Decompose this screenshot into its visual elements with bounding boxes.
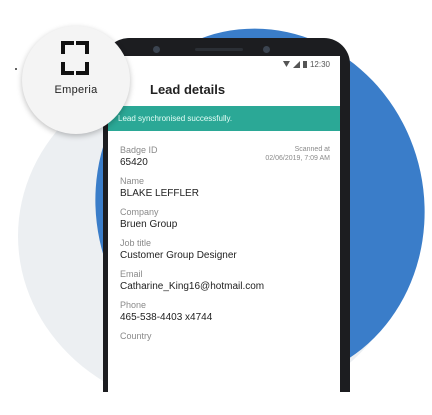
badge-row: Badge ID 65420 Scanned at 02/06/2019, 7:… (120, 137, 330, 168)
field-label: Job title (120, 238, 152, 248)
sensor-icon (263, 46, 270, 53)
field-job-title: Job title Customer Group Designer (120, 238, 330, 261)
wifi-icon (282, 61, 290, 67)
field-value: Bruen Group (120, 219, 178, 230)
phone-screen: 12:30 Lead details Lead synchronised suc… (108, 56, 340, 415)
signal-icon (292, 60, 300, 68)
status-time: 12:30 (309, 59, 330, 69)
scanned-label: Scanned at (294, 146, 330, 153)
field-label: Country (120, 331, 152, 341)
bottom-crop (0, 392, 432, 415)
decorative-dot (15, 68, 17, 70)
field-label: Email (120, 269, 143, 279)
app-bar: Lead details (108, 72, 340, 106)
field-country: Country (120, 331, 330, 341)
page-title: Lead details (150, 81, 226, 97)
field-value: BLAKE LEFFLER (120, 188, 199, 199)
brand-name: Emperia (54, 84, 98, 96)
emperia-logo-icon (61, 41, 89, 75)
badge-value: 65420 (120, 157, 148, 168)
battery-icon (302, 60, 307, 68)
sync-banner: Lead synchronised successfully. (108, 106, 340, 131)
field-label: Phone (120, 300, 147, 310)
lead-details: Badge ID 65420 Scanned at 02/06/2019, 7:… (108, 131, 340, 341)
field-phone[interactable]: Phone 465-538-4403 x4744 (120, 300, 330, 323)
sync-message: Lead synchronised successfully. (118, 114, 233, 123)
scan-info: Scanned at 02/06/2019, 7:09 AM (260, 145, 330, 168)
phone-notch (143, 43, 308, 57)
brand-logo: Emperia (22, 26, 130, 134)
field-label: Name (120, 176, 145, 186)
status-bar: 12:30 (108, 56, 340, 72)
field-label: Company (120, 207, 159, 217)
scanned-value: 02/06/2019, 7:09 AM (265, 155, 330, 163)
badge-label: Badge ID (120, 145, 158, 155)
email-link[interactable]: Catharine_King16@hotmail.com (120, 281, 330, 292)
field-email[interactable]: Email Catharine_King16@hotmail.com (120, 269, 330, 292)
field-name: Name BLAKE LEFFLER (120, 176, 330, 199)
field-company: Company Bruen Group (120, 207, 330, 230)
field-value: Customer Group Designer (120, 250, 237, 261)
phone-link[interactable]: 465-538-4403 x4744 (120, 312, 330, 323)
promo-scene: 12:30 Lead details Lead synchronised suc… (0, 0, 432, 415)
camera-icon (153, 46, 160, 53)
speaker-icon (195, 48, 243, 51)
